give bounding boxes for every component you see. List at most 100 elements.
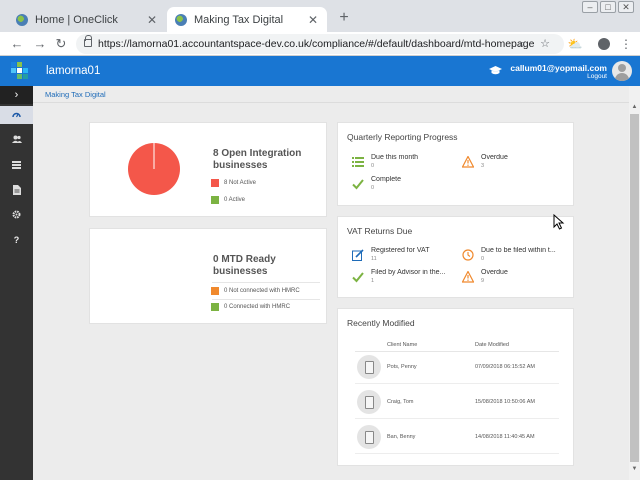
stat-label: Due to be filed within t... bbox=[481, 247, 556, 254]
stat-value: 1 bbox=[371, 278, 375, 284]
client-name-cell: Pots, Penny bbox=[387, 364, 417, 370]
integration-card: 8 Open Integration businesses 8 Not Acti… bbox=[89, 122, 327, 217]
user-email: callum01@yopmail.com bbox=[510, 63, 607, 73]
maximize-icon[interactable]: □ bbox=[600, 1, 616, 13]
stat-filed-by-advisor[interactable]: Filed by Advisor in the... 1 bbox=[352, 269, 462, 291]
stat-value: 3 bbox=[481, 163, 485, 169]
app-header: lamorna01 callum01@yopmail.com Logout bbox=[0, 56, 640, 86]
close-tab-icon[interactable]: ✕ bbox=[146, 13, 158, 27]
stat-value: 0 bbox=[481, 256, 485, 262]
reload-icon[interactable]: ↻ bbox=[52, 35, 70, 53]
browser-tab-home[interactable]: Home | OneClick ✕ bbox=[8, 7, 166, 32]
quarterly-progress-card: Quarterly Reporting Progress Due this mo… bbox=[337, 122, 574, 206]
tab-title: Home | OneClick bbox=[35, 13, 118, 26]
scroll-up-arrow-icon[interactable]: ▲ bbox=[629, 102, 640, 112]
recently-modified-card: Recently Modified Client Name Date Modif… bbox=[337, 308, 574, 466]
table-row[interactable]: Ban, Benny 14/08/2018 11:40:45 AM bbox=[355, 422, 559, 454]
help-icon: ? bbox=[13, 235, 20, 245]
oneclick-favicon-icon bbox=[175, 13, 187, 26]
date-modified-cell: 14/08/2018 11:40:45 AM bbox=[475, 434, 535, 440]
scroll-down-arrow-icon[interactable]: ▼ bbox=[629, 464, 640, 474]
graduation-cap-icon[interactable] bbox=[489, 66, 502, 76]
list-icon bbox=[352, 157, 364, 167]
users-icon bbox=[11, 135, 22, 143]
date-modified-cell: 15/08/2018 10:50:06 AM bbox=[475, 399, 535, 405]
legend-swatch bbox=[211, 287, 219, 295]
stat-due-to-be-filed[interactable]: Due to be filed within t... 0 bbox=[462, 247, 572, 269]
sidebar-item-documents[interactable] bbox=[0, 181, 33, 199]
stat-label: Overdue bbox=[481, 269, 508, 276]
table-row[interactable]: Craig, Tom 15/08/2018 10:50:06 AM bbox=[355, 387, 559, 419]
stat-registered-for-vat[interactable]: Registered for VAT 11 bbox=[352, 247, 462, 269]
mtd-ready-title: 0 MTD Ready businesses bbox=[213, 254, 276, 277]
legend-label: 0 Connected with HMRC bbox=[224, 304, 291, 310]
bookmark-star-icon[interactable]: ☆ bbox=[538, 37, 552, 51]
window-close-icon[interactable]: ✕ bbox=[618, 1, 634, 13]
minimize-icon[interactable]: – bbox=[582, 1, 598, 13]
legend-item-active: 0 Active bbox=[211, 196, 245, 204]
dashboard-icon bbox=[12, 112, 21, 118]
column-header-date-modified[interactable]: Date Modified bbox=[475, 342, 509, 348]
sidebar-item-clients[interactable] bbox=[0, 131, 33, 149]
client-name-cell: Craig, Tom bbox=[387, 399, 414, 405]
edit-icon bbox=[352, 249, 364, 261]
stat-value: 11 bbox=[371, 256, 377, 262]
clock-icon bbox=[462, 249, 474, 261]
integration-title: 8 Open Integration businesses bbox=[213, 148, 302, 171]
stat-complete[interactable]: Complete 0 bbox=[352, 176, 462, 198]
sidebar-item-dashboard[interactable] bbox=[0, 106, 33, 124]
breadcrumb-divider bbox=[33, 102, 629, 103]
close-tab-icon[interactable]: ✕ bbox=[307, 13, 319, 27]
address-bar[interactable]: https://lamorna01.accountantspace-dev.co… bbox=[76, 34, 564, 54]
menu-kebab-icon[interactable]: ⋮ bbox=[617, 35, 635, 53]
scrollbar-thumb[interactable] bbox=[630, 114, 639, 462]
stat-vat-overdue[interactable]: Overdue 9 bbox=[462, 269, 572, 291]
list-icon bbox=[12, 161, 21, 169]
sidebar-item-settings[interactable] bbox=[0, 206, 33, 224]
document-icon bbox=[357, 355, 381, 379]
stat-label: Due this month bbox=[371, 154, 419, 161]
new-tab-button[interactable]: + bbox=[335, 9, 353, 27]
browser-tab-mtd[interactable]: Making Tax Digital ✕ bbox=[167, 7, 327, 32]
stat-label: Filed by Advisor in the... bbox=[371, 269, 446, 276]
column-header-client-name[interactable]: Client Name bbox=[387, 342, 417, 348]
stat-overdue[interactable]: Overdue 3 bbox=[462, 154, 572, 176]
extension-icon[interactable]: ⛅ bbox=[566, 35, 584, 53]
lock-icon bbox=[84, 35, 92, 47]
vat-returns-card: VAT Returns Due Registered for VAT 11 Du… bbox=[337, 216, 574, 298]
warning-icon bbox=[462, 156, 474, 168]
card-title: VAT Returns Due bbox=[347, 226, 413, 236]
zoom-icon[interactable]: ⌕ bbox=[515, 37, 529, 51]
legend-swatch bbox=[211, 179, 219, 187]
app-name[interactable]: lamorna01 bbox=[46, 65, 100, 77]
stat-due-this-month[interactable]: Due this month 0 bbox=[352, 154, 462, 176]
logout-link[interactable]: Logout bbox=[587, 73, 607, 80]
card-title: Quarterly Reporting Progress bbox=[347, 132, 458, 142]
card-title: Recently Modified bbox=[347, 318, 415, 328]
breadcrumb[interactable]: Making Tax Digital bbox=[45, 90, 106, 99]
avatar[interactable] bbox=[612, 61, 632, 81]
mtd-ready-card: 0 MTD Ready businesses 0 Not connected w… bbox=[89, 228, 327, 324]
forward-arrow-icon[interactable]: → bbox=[31, 35, 49, 53]
legend-item-connected: 0 Connected with HMRC bbox=[211, 303, 290, 311]
client-name-cell: Ban, Benny bbox=[387, 434, 416, 440]
oneclick-favicon-icon bbox=[16, 13, 28, 26]
sidebar-item-help[interactable]: ? bbox=[0, 231, 33, 249]
legend-label: 0 Active bbox=[224, 197, 246, 203]
sidebar-toggle-chevron-icon[interactable]: › bbox=[0, 86, 33, 104]
profile-icon[interactable] bbox=[595, 35, 613, 53]
url-text: https://lamorna01.accountantspace-dev.co… bbox=[98, 38, 535, 50]
stat-label: Overdue bbox=[481, 154, 508, 161]
back-arrow-icon[interactable]: ← bbox=[8, 35, 26, 53]
check-icon bbox=[352, 272, 364, 283]
legend-label: 0 Not connected with HMRC bbox=[224, 288, 300, 294]
divider bbox=[212, 299, 320, 300]
table-row[interactable]: Pots, Penny 07/09/2018 06:15:52 AM bbox=[355, 352, 559, 384]
document-icon bbox=[357, 425, 381, 449]
window-controls: – □ ✕ bbox=[582, 1, 634, 13]
document-icon bbox=[357, 390, 381, 414]
warning-icon bbox=[462, 271, 474, 283]
page-scrollbar[interactable]: ▲ ▼ bbox=[629, 86, 640, 480]
oneclick-logo-icon[interactable] bbox=[11, 62, 29, 80]
sidebar-item-list[interactable] bbox=[0, 156, 33, 174]
